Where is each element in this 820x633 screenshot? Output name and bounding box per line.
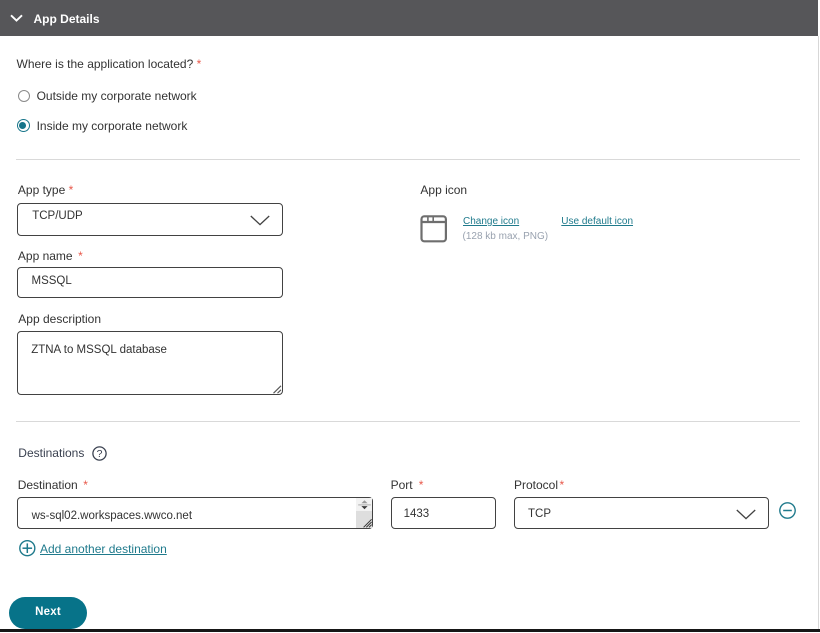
svg-text:?: ? (97, 449, 103, 461)
